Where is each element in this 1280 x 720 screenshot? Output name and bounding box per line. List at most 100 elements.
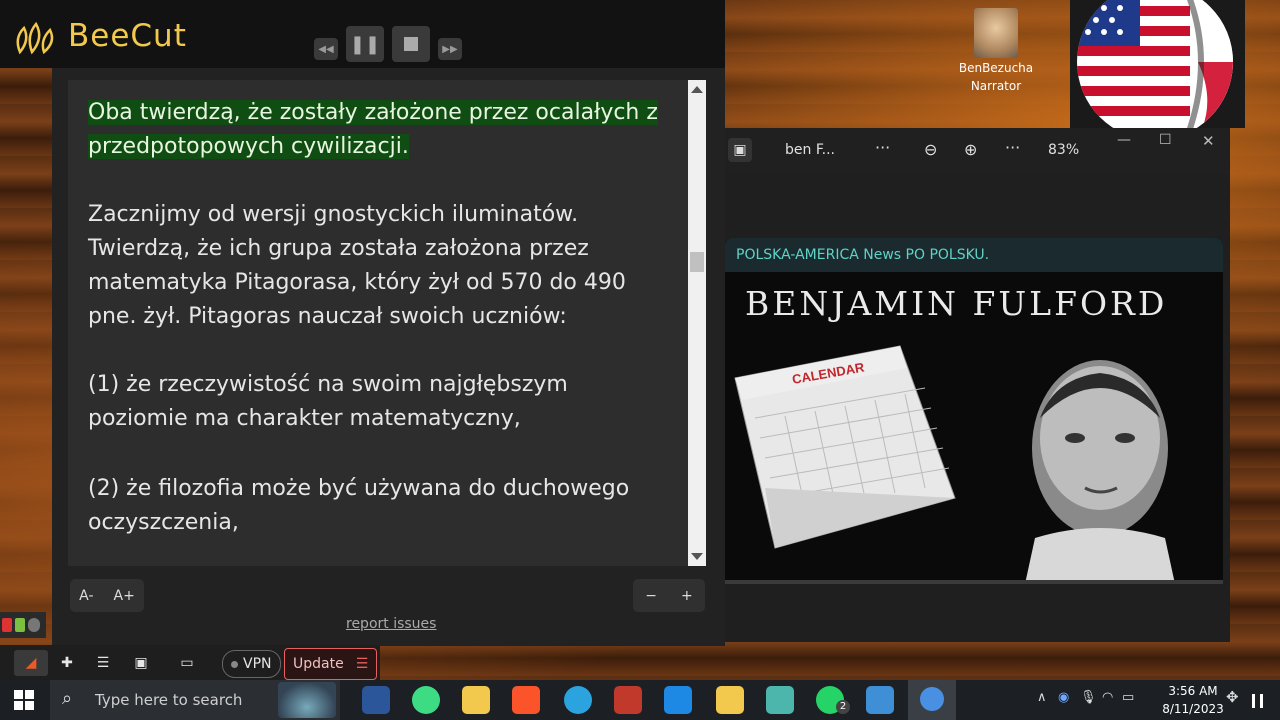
- minus-button[interactable]: −: [645, 588, 657, 604]
- vpn-button[interactable]: VPN: [222, 650, 281, 678]
- forward-icon: ▶▶: [442, 43, 458, 55]
- chrome-icon: [920, 687, 944, 711]
- notes-icon[interactable]: [766, 686, 794, 714]
- paragraph-1: Zacznijmy od wersji gnostyckich iluminat…: [88, 198, 678, 334]
- refresh-icon[interactable]: [28, 618, 40, 632]
- narrator-role: Narrator: [970, 79, 1022, 93]
- sidebar-icon: ▣: [134, 655, 148, 671]
- update-button[interactable]: Update ☰: [284, 648, 378, 680]
- clock-date[interactable]: 8/11/2023: [1158, 702, 1228, 716]
- word-icon[interactable]: [362, 686, 390, 714]
- windows-start-icon[interactable]: [14, 690, 34, 710]
- playlist-icon: ☰: [96, 655, 110, 671]
- highlighted-line: Oba twierdzą, że zostały założone przez …: [88, 100, 658, 125]
- clock-time[interactable]: 3:56 AM: [1158, 684, 1228, 698]
- tray-app-icon[interactable]: ◉: [1058, 690, 1069, 705]
- telegram-icon[interactable]: [564, 686, 592, 714]
- narrator-avatar[interactable]: [974, 8, 1018, 58]
- brave-shield-button[interactable]: ◢: [14, 650, 48, 676]
- megaphone-icon: ◢: [25, 655, 37, 671]
- banner-artwork: CALENDAR: [734, 345, 1175, 584]
- vpn-label: VPN: [243, 656, 272, 672]
- menu-icon: ☰: [355, 656, 369, 672]
- photos-icon[interactable]: [866, 686, 894, 714]
- microphone-icon[interactable]: 🎙: [1080, 690, 1097, 705]
- text-line: Twierdzą, że ich grupa została założona …: [88, 236, 589, 261]
- stop-button[interactable]: [392, 26, 430, 62]
- reader-scrollbar[interactable]: [688, 80, 706, 566]
- playlist-button[interactable]: ☰: [90, 650, 116, 676]
- scroll-down-icon[interactable]: [691, 553, 703, 560]
- youtube-icon[interactable]: [2, 618, 12, 632]
- search-placeholder: Type here to search: [95, 691, 243, 709]
- pause-button[interactable]: ❚❚: [346, 26, 384, 62]
- pause-icon: ❚❚: [349, 33, 381, 55]
- zoom-group: − +: [633, 579, 705, 612]
- pause-bar-icon[interactable]: [1252, 694, 1255, 708]
- wallet-icon: ▭: [180, 655, 194, 671]
- paragraph-2: (1) że rzeczywistość na swoim najgłębszy…: [88, 368, 678, 436]
- forward-button[interactable]: ▶▶: [438, 38, 462, 60]
- whatsapp-badge: 2: [836, 700, 850, 714]
- stop-icon: [404, 37, 418, 51]
- scroll-thumb[interactable]: [690, 252, 704, 272]
- font-size-group: A- A+: [70, 579, 144, 612]
- viewer-image[interactable]: POLSKA-AMERICA News PO POLSKU. BENJAMIN …: [725, 238, 1223, 584]
- portrait-image: [1025, 360, 1175, 584]
- plus-button[interactable]: +: [681, 588, 693, 604]
- report-issues-link[interactable]: report issues: [346, 616, 436, 632]
- video-editor-icon[interactable]: [664, 686, 692, 714]
- tray-chevron-icon[interactable]: ∧: [1037, 690, 1047, 705]
- text-line: pne. żył. Pitagoras nauczał swoich uczni…: [88, 304, 567, 329]
- minimize-icon[interactable]: —: [1117, 132, 1131, 148]
- vpn-dot-icon: [231, 660, 238, 668]
- rewind-button[interactable]: ◀◀: [314, 38, 338, 60]
- gallery-icon[interactable]: ▣: [728, 138, 752, 162]
- banner-title: BENJAMIN FULFORD: [745, 284, 1168, 323]
- paragraph-3: (2) że filozofia może być używana do duc…: [88, 472, 678, 540]
- narrator-name: BenBezucha: [958, 61, 1034, 75]
- media-icon[interactable]: [614, 686, 642, 714]
- font-increase-button[interactable]: A+: [114, 588, 135, 604]
- sidebar-button[interactable]: ▣: [128, 650, 154, 676]
- zoom-in-icon[interactable]: ⊕: [964, 140, 977, 159]
- beecut-taskbar-icon[interactable]: [716, 686, 744, 714]
- pause-bar-icon-2: [1260, 694, 1263, 708]
- text-line: poziomie ma charakter matematyczny,: [88, 406, 521, 431]
- zoom-out-icon[interactable]: ⊖: [924, 140, 937, 159]
- display-icon[interactable]: ▭: [1122, 690, 1134, 705]
- brave-icon[interactable]: [512, 686, 540, 714]
- active-app-slot[interactable]: [908, 680, 956, 720]
- close-icon[interactable]: ✕: [1202, 132, 1215, 150]
- search-highlight-icon: [278, 682, 336, 718]
- viewer-divider: [725, 580, 1223, 584]
- reader-text-area[interactable]: Oba twierdzą, że zostały założone przez …: [68, 80, 688, 566]
- search-icon: ⌕: [62, 688, 73, 709]
- rumble-icon[interactable]: [15, 618, 25, 632]
- text-line: oczyszczenia,: [88, 510, 239, 535]
- viewer-options-button[interactable]: ···: [1005, 138, 1020, 157]
- zoom-level: 83%: [1048, 142, 1080, 158]
- maximize-icon[interactable]: ☐: [1159, 132, 1172, 148]
- rewind-icon: ◀◀: [318, 43, 334, 55]
- android-icon[interactable]: [412, 686, 440, 714]
- file-explorer-icon[interactable]: [462, 686, 490, 714]
- text-line: matematyka Pitagorasa, który żył od 570 …: [88, 270, 626, 295]
- side-icons: [0, 612, 46, 638]
- scroll-up-icon[interactable]: [691, 86, 703, 93]
- move-icon[interactable]: ✥: [1226, 688, 1239, 706]
- flag-panel: [1070, 0, 1245, 140]
- font-decrease-button[interactable]: A-: [79, 588, 93, 604]
- paragraph-0: Oba twierdzą, że zostały założone przez …: [88, 96, 678, 164]
- wifi-icon[interactable]: ◠: [1102, 690, 1113, 705]
- viewer-more-button[interactable]: ···: [875, 138, 890, 157]
- bee-logo-icon: [16, 21, 54, 55]
- highlighted-line: przedpotopowych cywilizacji.: [88, 134, 409, 159]
- extensions-button[interactable]: ✚: [54, 650, 80, 676]
- wallet-button[interactable]: ▭: [174, 650, 200, 676]
- puzzle-icon: ✚: [61, 655, 73, 671]
- text-line: Zacznijmy od wersji gnostyckich iluminat…: [88, 202, 579, 227]
- app-title: BeeCut: [68, 18, 187, 54]
- us-poland-flag-icon: [1077, 0, 1233, 140]
- viewer-file-name: ben F...: [785, 142, 835, 158]
